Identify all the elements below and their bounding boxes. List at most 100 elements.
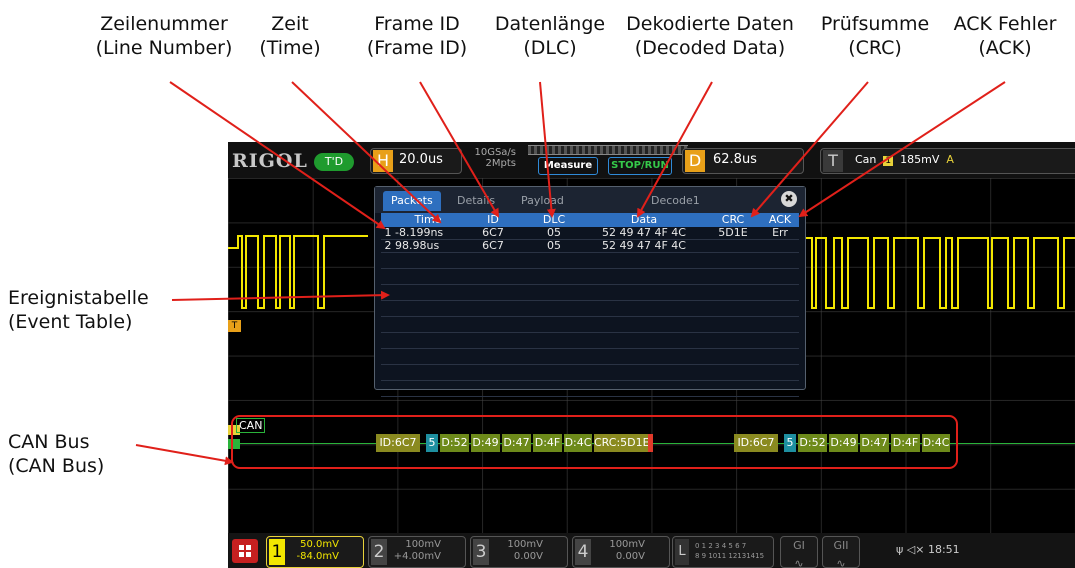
table-row-empty (381, 284, 799, 301)
frame2-data-3: D:4F (891, 434, 920, 452)
table-row[interactable]: 2 98.98us 6C7 05 52 49 47 4F 4C (381, 239, 799, 253)
sample-info: 10GSa/s 2Mpts (468, 147, 516, 169)
trigger-level-marker[interactable]: T (228, 320, 241, 332)
horizontal-letter: H (373, 150, 393, 172)
channel-4-values: 100mV 0.00V (593, 539, 645, 563)
frame1-data-0: D:52 (440, 434, 469, 452)
callout-can-bus-en: (CAN Bus) (8, 455, 105, 477)
generator-1-box[interactable]: GI ∿ (780, 536, 818, 568)
callout-frame-id: Frame ID (Frame ID) (352, 12, 482, 60)
can-bus-label: CAN (236, 418, 266, 433)
frame1-ack-error-marker (648, 434, 653, 452)
callout-can-bus: CAN Bus (CAN Bus) (8, 430, 104, 478)
tab-packets[interactable]: Packets (383, 191, 441, 211)
col-data-header[interactable]: Data (583, 213, 705, 227)
channel-1-icon: 1 (883, 156, 894, 166)
home-menu-icon[interactable] (232, 539, 258, 563)
channel-2-scale: 100mV (405, 539, 441, 550)
logic-bits-row1: 0 1 2 3 4 5 6 7 (695, 542, 747, 550)
table-row-empty (381, 380, 799, 397)
col-num-header[interactable] (381, 213, 395, 227)
table-header-row: Time ID DLC Data CRC ACK (381, 213, 799, 227)
channel-2-values: 100mV +4.00mV (389, 539, 441, 563)
clock-time: 18:51 (927, 543, 960, 556)
generator-2-label: GII (833, 539, 849, 552)
col-crc-header[interactable]: CRC (705, 213, 761, 227)
table-row[interactable]: 1 -8.199ns 6C7 05 52 49 47 4F 4C 5D1E Er… (381, 227, 799, 240)
cell-ack (761, 239, 799, 253)
callout-can-bus-de: CAN Bus (8, 431, 90, 453)
cell-num: 2 (381, 239, 395, 253)
channel-1-box[interactable]: 1 50.0mV -84.0mV (266, 536, 364, 568)
trigger-box[interactable]: T Can 1 185mV A (820, 148, 1075, 174)
callout-event-table: Ereignistabelle (Event Table) (8, 286, 149, 334)
bus-marker[interactable] (228, 439, 240, 449)
callout-time: Zeit (Time) (255, 12, 325, 60)
channel-1-number: 1 (269, 539, 285, 565)
channel-4-scale: 100mV (609, 539, 645, 550)
generator-1-label: GI (793, 539, 805, 552)
frame1-data-3: D:4F (533, 434, 562, 452)
callout-frame-id-en: (Frame ID) (366, 37, 468, 59)
callout-ack: ACK Fehler (ACK) (945, 12, 1065, 60)
trigger-source: Can (855, 153, 877, 166)
table-row-empty (381, 316, 799, 333)
delay-value: 62.8us (713, 152, 757, 167)
stop-run-button[interactable]: STOP/RUN (608, 157, 672, 175)
cell-id: 6C7 (461, 227, 525, 240)
rigol-logo: RIGOL (232, 150, 308, 172)
channel-4-box[interactable]: 4 100mV 0.00V (572, 536, 670, 568)
generator-2-box[interactable]: GII ∿ (822, 536, 860, 568)
logic-bits-row2: 8 9 1011 12131415 (695, 552, 765, 560)
tab-details[interactable]: Details (457, 191, 495, 211)
table-row-empty (381, 268, 799, 285)
channel-4-number: 4 (575, 539, 591, 565)
trigger-mode: A (946, 153, 954, 166)
frame2-data-0: D:52 (798, 434, 827, 452)
callout-line-number: Zeilenummer (Line Number) (84, 12, 244, 60)
col-id-header[interactable]: ID (461, 213, 525, 227)
sample-rate: 10GSa/s (474, 147, 516, 158)
table-row-empty (381, 252, 799, 269)
callout-dlc-en: (DLC) (523, 37, 577, 59)
tab-payload[interactable]: Payload (521, 191, 564, 211)
channel-3-box[interactable]: 3 100mV 0.00V (470, 536, 568, 568)
tab-decode1[interactable]: Decode1 (651, 191, 700, 211)
callout-crc: Prüfsumme (CRC) (820, 12, 930, 60)
arrow-can-bus (135, 444, 234, 466)
usb-icon: ψ (896, 543, 904, 556)
callout-time-en: (Time) (259, 37, 321, 59)
col-ack-header[interactable]: ACK (761, 213, 799, 227)
col-dlc-header[interactable]: DLC (525, 213, 583, 227)
trigger-info: Can 1 185mV A (855, 153, 954, 166)
event-table: Time ID DLC Data CRC ACK 1 -8.199ns 6C7 … (381, 213, 799, 397)
cell-dlc: 05 (525, 227, 583, 240)
close-icon[interactable]: ✖ (781, 191, 797, 207)
cell-data: 52 49 47 4F 4C (583, 239, 705, 253)
speaker-icon[interactable]: ◁× (907, 543, 925, 556)
callout-crc-de: Prüfsumme (820, 13, 930, 35)
trigger-status-badge[interactable]: T'D (314, 153, 354, 171)
cell-data: 52 49 47 4F 4C (583, 227, 705, 240)
logic-letter: L (675, 539, 689, 565)
oscilloscope-screen: RIGOL T'D H 20.0us 10GSa/s 2Mpts Measure… (228, 142, 1075, 568)
frame1-crc: CRC:5D1E (594, 434, 650, 452)
channel-1-offset: -84.0mV (296, 551, 339, 562)
table-row-empty (381, 332, 799, 349)
col-time-header[interactable]: Time (395, 213, 461, 227)
frame1-data-4: D:4C (564, 434, 592, 452)
channel-3-offset: 0.00V (513, 551, 543, 562)
callout-frame-id-de: Frame ID (374, 13, 460, 35)
measure-button[interactable]: Measure (538, 157, 598, 175)
callout-dlc-de: Datenlänge (494, 13, 606, 35)
logic-analyzer-box[interactable]: L 0 1 2 3 4 5 6 7 8 9 1011 12131415 (672, 536, 774, 568)
cell-time: -8.199ns (395, 227, 461, 240)
channel-2-box[interactable]: 2 100mV +4.00mV (368, 536, 466, 568)
channel-1-scale: 50.0mV (300, 539, 339, 550)
callout-ack-de: ACK Fehler (953, 13, 1057, 35)
callout-crc-en: (CRC) (848, 37, 902, 59)
horizontal-timebase-box[interactable]: H 20.0us (370, 148, 462, 174)
event-table-tabs: Packets Details Payload Decode1 ✖ (375, 187, 805, 213)
channel-2-offset: +4.00mV (393, 551, 441, 562)
delay-box[interactable]: D 62.8us (682, 148, 804, 174)
